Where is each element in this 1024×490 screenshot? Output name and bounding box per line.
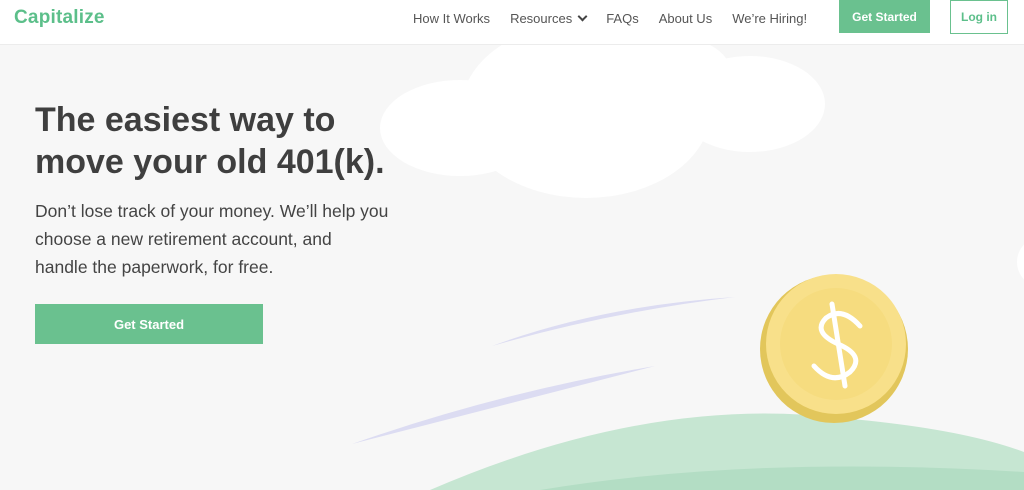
- chevron-down-icon: [577, 11, 588, 22]
- nav-item-resources[interactable]: Resources: [510, 11, 588, 26]
- hero-title-line: move your old 401(k).: [35, 143, 385, 181]
- nav-links: How It Works Resources FAQs About Us We’…: [413, 11, 827, 26]
- nav-item-label: FAQs: [606, 11, 639, 26]
- nav-item-label: How It Works: [413, 11, 491, 26]
- cloud-edge: [1017, 244, 1024, 280]
- nav-item-how-it-works[interactable]: How It Works: [413, 11, 490, 26]
- hero-get-started-button[interactable]: Get Started: [35, 304, 263, 344]
- nav-item-label: Resources: [510, 11, 573, 26]
- hero-subtitle-line: choose a new retirement account, and: [35, 229, 332, 249]
- landing-page: Capitalize How It Works Resources FAQs A…: [0, 0, 1024, 490]
- coin-icon: [760, 274, 908, 423]
- hero-subtitle-line: handle the paperwork, for free.: [35, 257, 274, 277]
- hero-subtitle: Don’t lose track of your money. We’ll he…: [35, 197, 435, 281]
- nav-item-label: We’re Hiring!: [732, 11, 808, 26]
- brand-logo[interactable]: Capitalize: [14, 7, 105, 29]
- nav-item-hiring[interactable]: We’re Hiring!: [732, 11, 807, 26]
- hero-title: The easiest way to move your old 401(k).: [35, 99, 455, 183]
- nav-get-started-button[interactable]: Get Started: [839, 0, 930, 33]
- nav-item-faqs[interactable]: FAQs: [606, 11, 639, 26]
- hero-title-line: The easiest way to: [35, 101, 336, 139]
- top-navbar: Capitalize How It Works Resources FAQs A…: [0, 0, 1024, 45]
- speed-streak: [492, 297, 735, 346]
- login-button[interactable]: Log in: [950, 0, 1008, 34]
- hero-subtitle-line: Don’t lose track of your money. We’ll he…: [35, 201, 389, 221]
- nav-item-label: About Us: [658, 11, 713, 26]
- nav-item-about-us[interactable]: About Us: [659, 11, 712, 26]
